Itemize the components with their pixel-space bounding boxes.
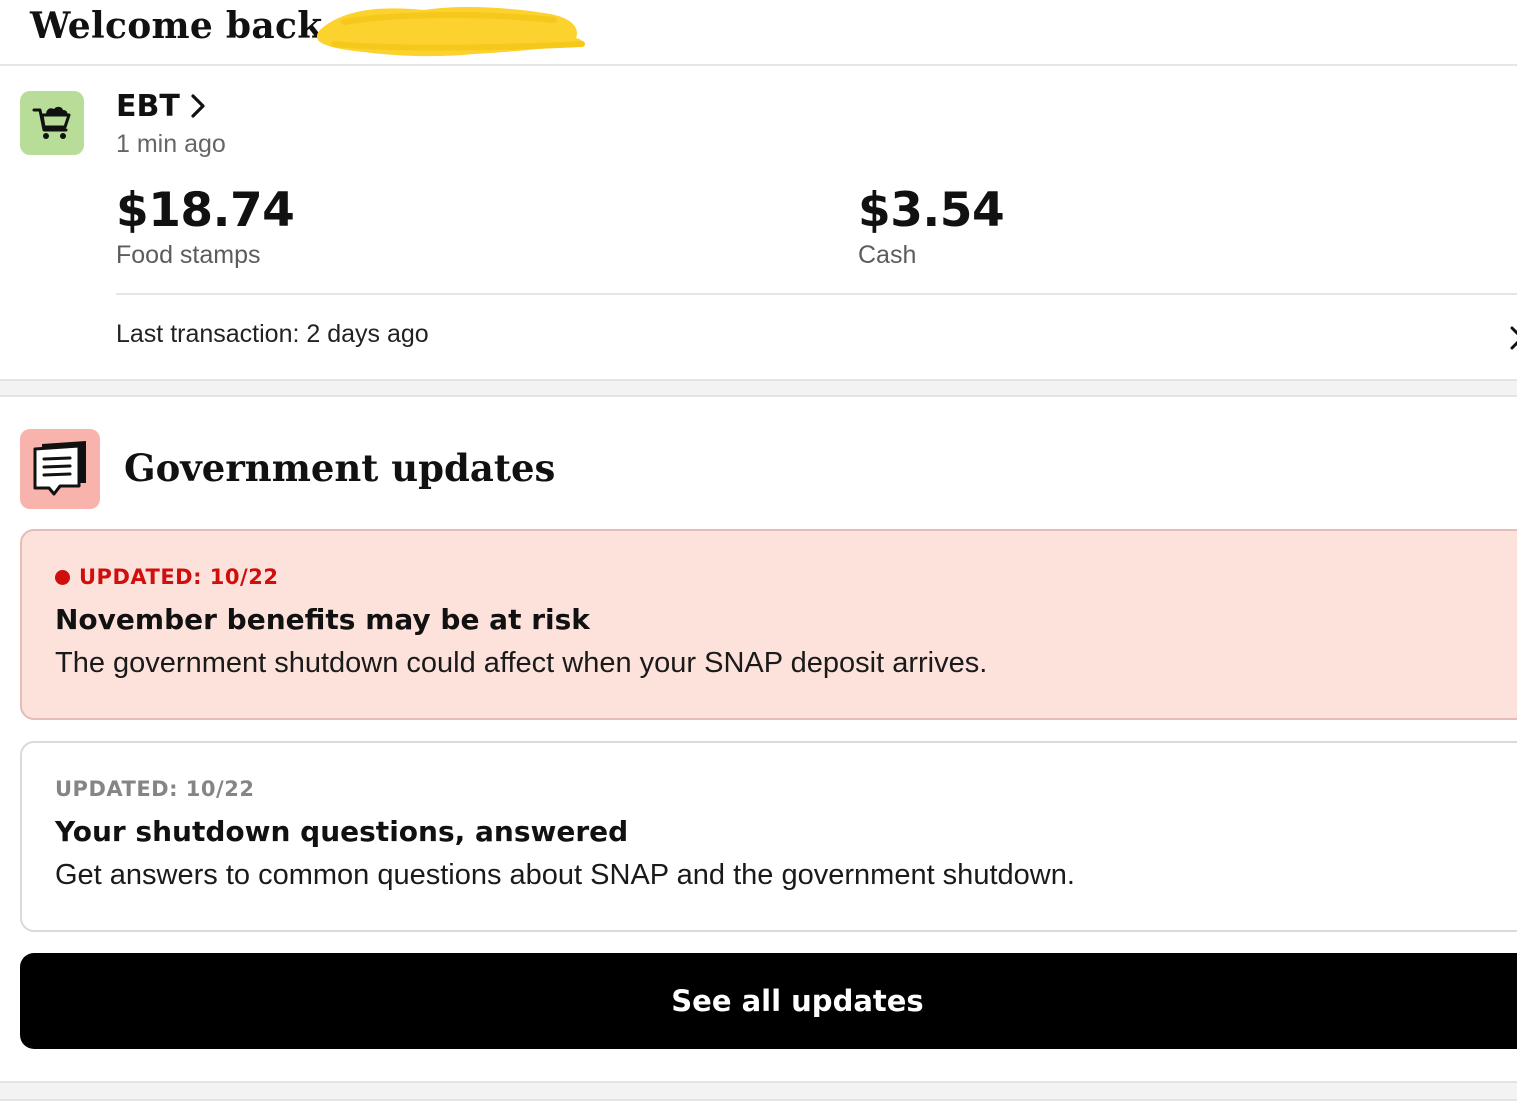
shopping-cart-icon — [20, 91, 84, 155]
welcome-header: Welcome back, — [0, 0, 1517, 66]
notice-document-icon — [20, 429, 100, 509]
ebt-account-link[interactable]: EBT — [116, 86, 206, 126]
section-divider — [0, 1081, 1517, 1101]
redaction-scribble — [316, 7, 585, 57]
section-divider — [0, 379, 1517, 397]
update-heading: November benefits may be at risk — [55, 603, 590, 636]
chevron-right-icon — [190, 93, 206, 119]
balance-amount: $18.74 — [116, 183, 295, 238]
balance-label: Cash — [858, 241, 917, 269]
balance-food-stamps: $18.74 Food stamps — [116, 180, 295, 270]
divider — [116, 293, 1517, 295]
update-body: Get answers to common questions about SN… — [55, 859, 1075, 891]
chevron-right-icon[interactable] — [1509, 322, 1517, 354]
section-title: Government updates — [124, 446, 556, 490]
last-transaction[interactable]: Last transaction: 2 days ago — [116, 320, 429, 349]
update-tag: UPDATED: 10/22 — [55, 565, 278, 589]
see-all-updates-button[interactable]: See all updates — [20, 953, 1517, 1049]
ebt-title: EBT — [116, 88, 180, 124]
balance-label: Food stamps — [116, 241, 261, 269]
balance-amount: $3.54 — [858, 183, 1005, 238]
button-label: See all updates — [671, 984, 924, 1018]
update-card-shutdown-questions[interactable]: UPDATED: 10/22 Your shutdown questions, … — [20, 741, 1517, 932]
welcome-message: Welcome back, — [30, 5, 336, 47]
balance-cash: $3.54 Cash — [858, 180, 1005, 270]
update-body: The government shutdown could affect whe… — [55, 647, 988, 679]
alert-dot-icon — [55, 569, 70, 585]
update-heading: Your shutdown questions, answered — [55, 815, 629, 848]
ebt-last-updated: 1 min ago — [116, 130, 226, 158]
update-tag: UPDATED: 10/22 — [55, 777, 254, 801]
update-date: UPDATED: 10/22 — [79, 565, 279, 589]
update-date: UPDATED: 10/22 — [55, 777, 255, 801]
update-card-benefits-risk[interactable]: UPDATED: 10/22 November benefits may be … — [20, 529, 1517, 720]
